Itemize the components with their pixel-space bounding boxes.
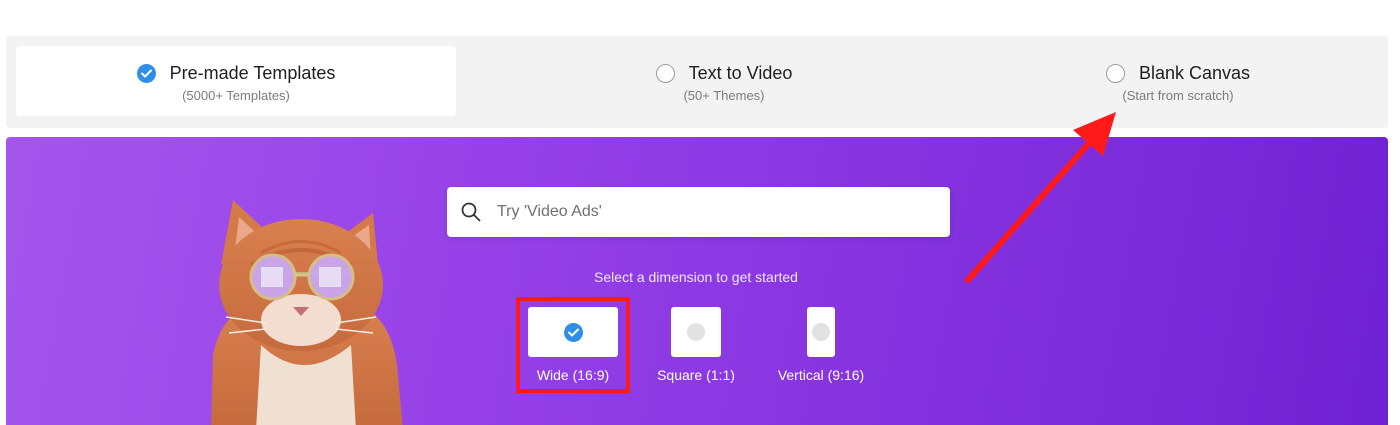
radio-icon bbox=[655, 63, 675, 83]
vertical-preview-box[interactable] bbox=[807, 307, 835, 357]
radio-icon bbox=[1105, 63, 1125, 83]
mode-tab-text-to-video[interactable]: Text to Video (50+ Themes) bbox=[504, 46, 944, 116]
template-search-box[interactable] bbox=[447, 187, 950, 237]
annotation-highlight-box bbox=[516, 297, 630, 393]
square-preview-box[interactable] bbox=[671, 307, 721, 357]
mode-subtitle: (50+ Themes) bbox=[683, 88, 765, 103]
search-input[interactable] bbox=[497, 203, 917, 221]
dimension-label: Square (1:1) bbox=[657, 367, 735, 383]
unselected-dot-icon bbox=[812, 323, 830, 341]
mode-title: Pre-made Templates bbox=[169, 62, 336, 83]
dimension-option-square[interactable]: Square (1:1) bbox=[650, 307, 742, 383]
unselected-dot-icon bbox=[687, 323, 705, 341]
mode-title: Blank Canvas bbox=[1138, 62, 1251, 83]
dimension-option-vertical[interactable]: Vertical (9:16) bbox=[771, 307, 871, 383]
hero-panel: Select a dimension to get started Wide (… bbox=[6, 137, 1388, 425]
mode-tab-premade-templates[interactable]: Pre-made Templates (5000+ Templates) bbox=[16, 46, 456, 116]
search-icon bbox=[461, 202, 481, 222]
checked-radio-icon bbox=[136, 63, 156, 83]
dimension-label: Vertical (9:16) bbox=[777, 367, 865, 383]
dimension-hint: Select a dimension to get started bbox=[594, 269, 798, 285]
cat-with-sunglasses-image bbox=[211, 200, 403, 425]
creation-mode-bar: Pre-made Templates (5000+ Templates) Tex… bbox=[6, 36, 1388, 128]
mode-subtitle: (Start from scratch) bbox=[1122, 88, 1234, 103]
mode-title: Text to Video bbox=[688, 62, 793, 83]
mode-tab-blank-canvas[interactable]: Blank Canvas (Start from scratch) bbox=[958, 46, 1398, 116]
mode-subtitle: (5000+ Templates) bbox=[182, 88, 290, 103]
